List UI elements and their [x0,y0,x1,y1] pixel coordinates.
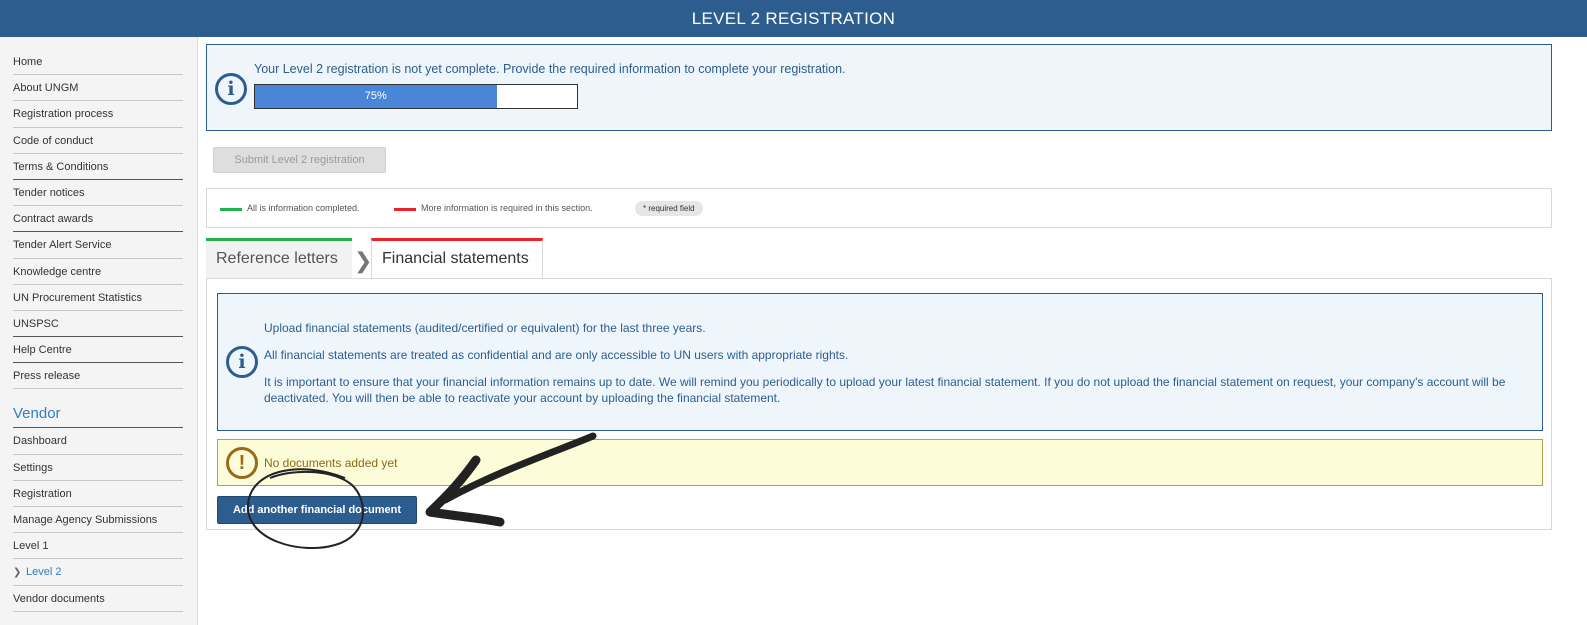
sidebar-item-registration-process[interactable]: Registration process [13,101,183,128]
tab-reference-letters[interactable]: Reference letters [206,238,352,278]
status-message: Your Level 2 registration is not yet com… [254,62,846,76]
sidebar-item-contract-awards[interactable]: Contract awards [13,206,183,233]
warning-icon: ! [226,447,258,479]
add-financial-document-button[interactable]: Add another financial document [217,496,417,524]
info-icon: i [215,73,247,105]
sidebar-item-terms-conditions[interactable]: Terms & Conditions [13,154,183,180]
info-line-upload: Upload financial statements (audited/cer… [264,321,706,335]
sidebar-item-code-of-conduct[interactable]: Code of conduct [13,128,183,154]
sidebar: Home About UNGM Registration process Cod… [0,37,198,625]
complete-color-swatch [220,208,242,211]
status-legend: All is information completed. More infor… [206,188,1552,228]
sidebar-item-label: Level 2 [26,566,62,579]
sidebar-item-home[interactable]: Home [13,49,183,76]
sidebar-item-settings[interactable]: Settings [13,455,183,481]
sidebar-item-tender-notices[interactable]: Tender notices [13,180,183,207]
registration-status-panel: i Your Level 2 registration is not yet c… [206,44,1552,131]
sidebar-item-unspsc[interactable]: UNSPSC [13,311,183,338]
info-icon: i [226,346,258,378]
sidebar-item-tender-alert-service[interactable]: Tender Alert Service [13,232,183,259]
chevron-right-icon: ❯ [354,248,373,273]
sidebar-item-about-ungm[interactable]: About UNGM [13,75,183,102]
submit-level-2-button[interactable]: Submit Level 2 registration [213,147,386,173]
sidebar-item-dashboard[interactable]: Dashboard [13,428,183,455]
financial-statements-panel: i Upload financial statements (audited/c… [206,278,1552,530]
sidebar-item-registration[interactable]: Registration [13,481,183,507]
tab-financial-statements[interactable]: Financial statements [371,238,543,280]
progress-bar: 75% [254,84,578,109]
sidebar-item-knowledge-centre[interactable]: Knowledge centre [13,259,183,285]
incomplete-color-swatch [394,208,416,211]
required-field-badge: * required field [635,201,703,216]
warning-text: No documents added yet [264,456,398,470]
sidebar-item-vendor-documents[interactable]: Vendor documents [13,586,183,612]
sidebar-item-press-release[interactable]: Press release [13,363,183,390]
legend-incomplete-label: More information is required in this sec… [421,203,593,213]
sidebar-heading-vendor: Vendor [13,401,183,429]
no-documents-warning: ! No documents added yet [217,439,1543,486]
financial-info-panel: i Upload financial statements (audited/c… [217,293,1543,431]
sidebar-item-manage-agency-submissions[interactable]: Manage Agency Submissions [13,507,183,534]
page-title: LEVEL 2 REGISTRATION [691,9,896,28]
page-header: LEVEL 2 REGISTRATION [0,0,1587,37]
sidebar-item-help-centre[interactable]: Help Centre [13,337,183,364]
sidebar-item-un-procurement-statistics[interactable]: UN Procurement Statistics [13,285,183,311]
sidebar-item-level-2[interactable]: ❯ Level 2 [13,559,183,586]
info-line-confidential: All financial statements are treated as … [264,348,849,362]
progress-fill: 75% [255,85,497,108]
chevron-right-icon: ❯ [13,567,22,579]
info-line-reminder: It is important to ensure that your fina… [264,375,1506,405]
sidebar-item-level-1[interactable]: Level 1 [13,533,183,560]
legend-complete-label: All is information completed. [247,203,360,213]
